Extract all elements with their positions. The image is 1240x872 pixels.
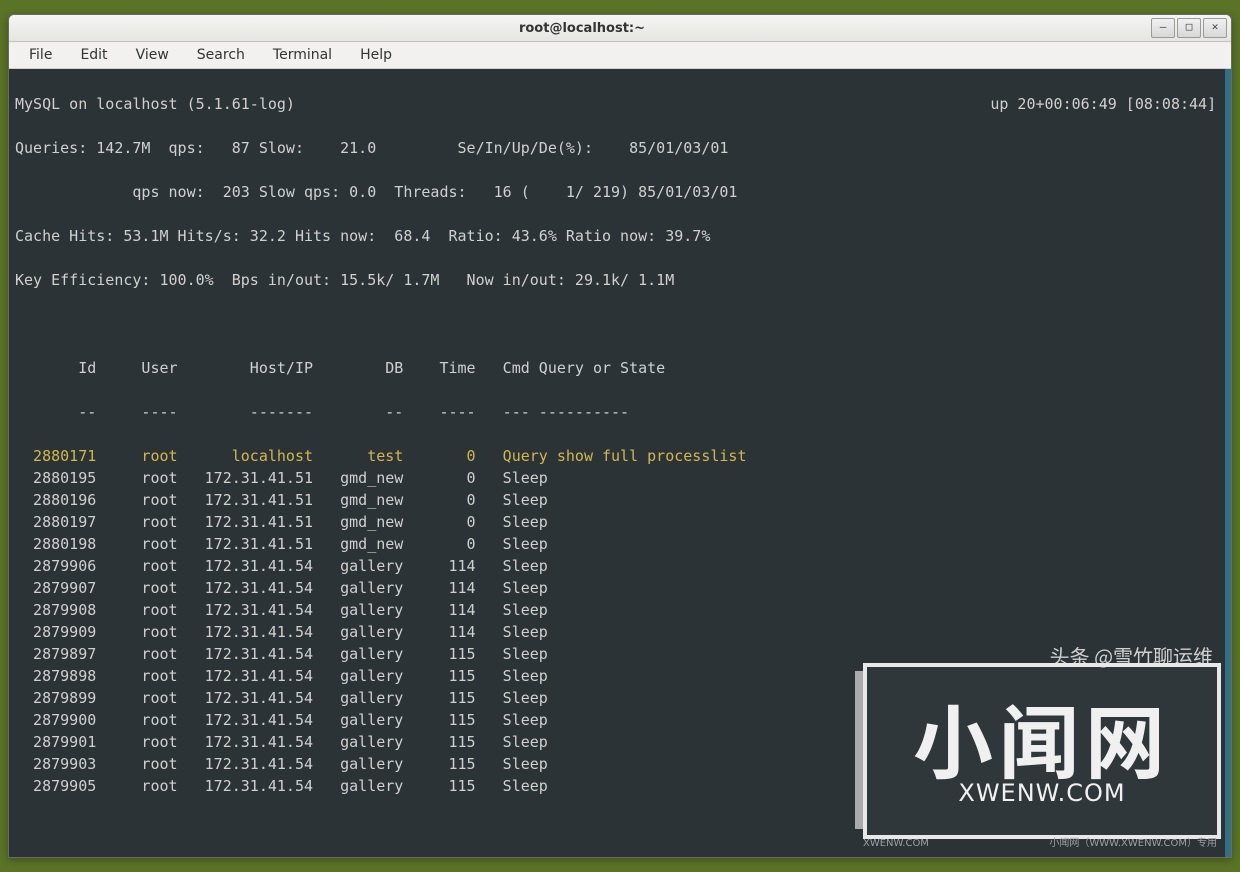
stats-line-4: Cache Hits: 53.1M Hits/s: 32.2 Hits now:… [15,225,1227,247]
stats-line-2: Queries: 142.7M qps: 87 Slow: 21.0 Se/In… [15,137,1227,159]
table-row: 2879897 root 172.31.41.54 gallery 115 Sl… [15,643,1227,665]
menu-edit[interactable]: Edit [66,45,121,65]
table-row: 2879908 root 172.31.41.54 gallery 114 Sl… [15,599,1227,621]
table-row: 2879909 root 172.31.41.54 gallery 114 Sl… [15,621,1227,643]
blank-line [15,313,1227,335]
table-row: 2880198 root 172.31.41.51 gmd_new 0 Slee… [15,533,1227,555]
menu-terminal[interactable]: Terminal [259,45,346,65]
terminal-window: root@localhost:~ – □ ✕ File Edit View Se… [8,14,1232,858]
table-row: 2879906 root 172.31.41.54 gallery 114 Sl… [15,555,1227,577]
table-row: 2880196 root 172.31.41.51 gmd_new 0 Slee… [15,489,1227,511]
table-row: 2880171 root localhost test 0 Query show… [15,445,1227,467]
table-row: 2880195 root 172.31.41.51 gmd_new 0 Slee… [15,467,1227,489]
footer-watermark-left: XWENW.COM [863,833,929,855]
mysql-banner: MySQL on localhost (5.1.61-log) [15,95,295,113]
uptime: up 20+00:06:49 [08:08:44] [990,95,1216,113]
titlebar[interactable]: root@localhost:~ – □ ✕ [9,15,1231,42]
table-row: 2879907 root 172.31.41.54 gallery 114 Sl… [15,577,1227,599]
menu-view[interactable]: View [122,45,183,65]
watermark-box: 小闻网 XWENW.COM [863,663,1221,839]
window-title: root@localhost:~ [13,21,1151,36]
watermark-logo: 小闻网 [913,698,1171,778]
stats-line-3: qps now: 203 Slow qps: 0.0 Threads: 16 (… [15,181,1227,203]
scrollbar[interactable] [1225,69,1231,857]
menu-help[interactable]: Help [346,45,406,65]
footer-watermark-right: 小闻网（WWW.XWENW.COM）专用 [1049,833,1217,855]
watermark-url: XWENW.COM [958,782,1125,804]
column-headers: Id User Host/IP DB Time Cmd Query or Sta… [15,357,1227,379]
column-divider: -- ---- ------- -- ---- --- ---------- [15,401,1227,423]
stats-line-1: MySQL on localhost (5.1.61-log) up 20+00… [15,93,1227,115]
window-buttons: – □ ✕ [1151,18,1227,38]
menubar: File Edit View Search Terminal Help [9,42,1231,69]
menu-file[interactable]: File [15,45,66,65]
terminal-output[interactable]: MySQL on localhost (5.1.61-log) up 20+00… [9,69,1231,857]
maximize-button[interactable]: □ [1177,18,1201,38]
table-row: 2880197 root 172.31.41.51 gmd_new 0 Slee… [15,511,1227,533]
stats-line-5: Key Efficiency: 100.0% Bps in/out: 15.5k… [15,269,1227,291]
menu-search[interactable]: Search [183,45,259,65]
close-button[interactable]: ✕ [1203,18,1227,38]
minimize-button[interactable]: – [1151,18,1175,38]
